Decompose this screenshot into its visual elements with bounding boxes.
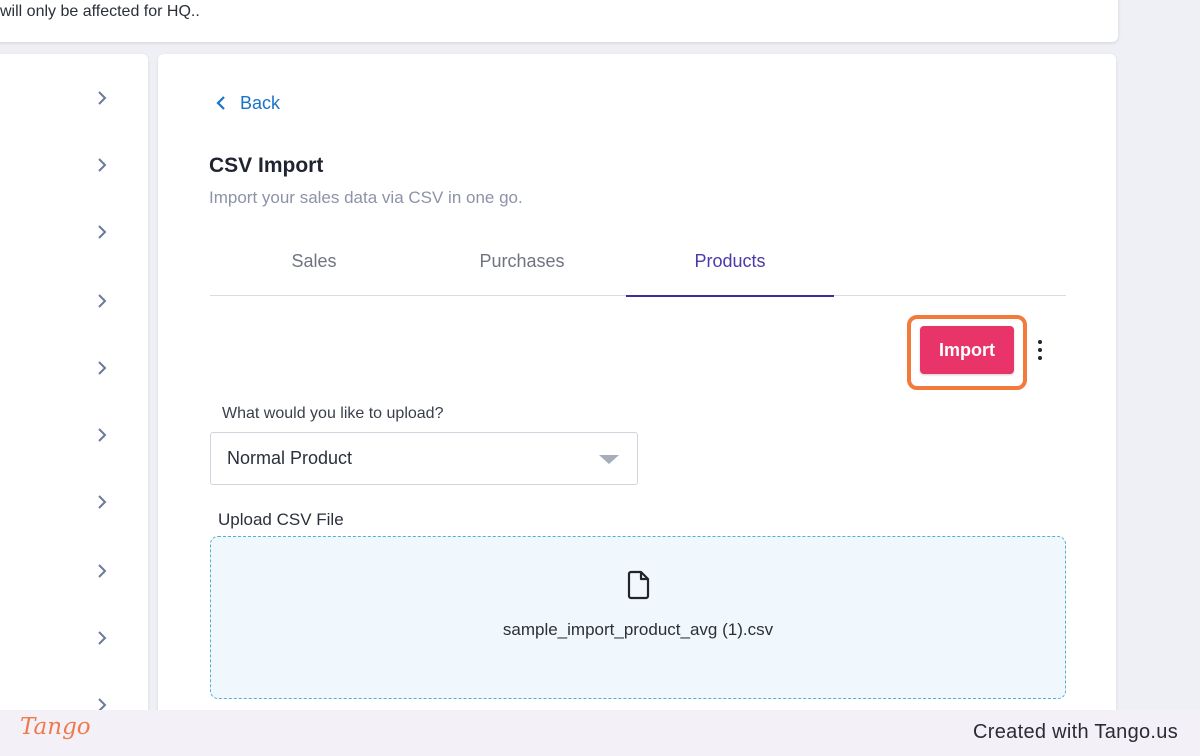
csv-import-card: Back CSV Import Import your sales data v… <box>158 54 1116 724</box>
chevron-right-icon[interactable] <box>94 360 110 376</box>
import-button[interactable]: Import <box>920 326 1014 374</box>
chevron-right-icon[interactable] <box>94 90 110 106</box>
tango-credit: Created with Tango.us <box>973 721 1178 743</box>
tango-logo: Tango <box>20 714 91 740</box>
upload-type-label: What would you like to upload? <box>222 405 444 422</box>
chevron-right-icon[interactable] <box>94 157 110 173</box>
file-icon <box>627 570 650 600</box>
upload-type-select[interactable]: Normal Product <box>210 432 638 485</box>
notice-card: will only be affected for HQ.. <box>0 0 1118 42</box>
upload-type-value: Normal Product <box>227 448 353 468</box>
tab-sales[interactable]: Sales <box>210 244 418 296</box>
page-subtitle: Import your sales data via CSV in one go… <box>209 188 523 207</box>
file-name: sample_import_product_avg (1).csv <box>502 620 774 639</box>
chevron-right-icon[interactable] <box>94 630 110 646</box>
chevron-right-icon[interactable] <box>94 494 110 510</box>
tab-purchases[interactable]: Purchases <box>418 244 626 296</box>
import-tabs: Sales Purchases Products <box>210 244 1066 297</box>
tango-footer: Tango Created with Tango.us <box>0 710 1200 756</box>
chevron-left-icon <box>216 96 225 110</box>
sidebar <box>0 54 148 724</box>
upload-csv-label: Upload CSV File <box>218 510 344 529</box>
chevron-right-icon[interactable] <box>94 427 110 443</box>
page-title: CSV Import <box>209 154 324 177</box>
notice-text: will only be affected for HQ.. <box>0 3 200 20</box>
caret-down-icon <box>599 455 619 464</box>
chevron-right-icon[interactable] <box>94 563 110 579</box>
tab-products[interactable]: Products <box>626 244 834 297</box>
chevron-right-icon[interactable] <box>94 224 110 240</box>
back-link[interactable]: Back <box>216 90 280 116</box>
back-label: Back <box>240 92 281 113</box>
chevron-right-icon[interactable] <box>94 293 110 309</box>
csv-dropzone[interactable]: sample_import_product_avg (1).csv <box>210 536 1066 699</box>
kebab-menu-icon[interactable] <box>1032 336 1048 364</box>
